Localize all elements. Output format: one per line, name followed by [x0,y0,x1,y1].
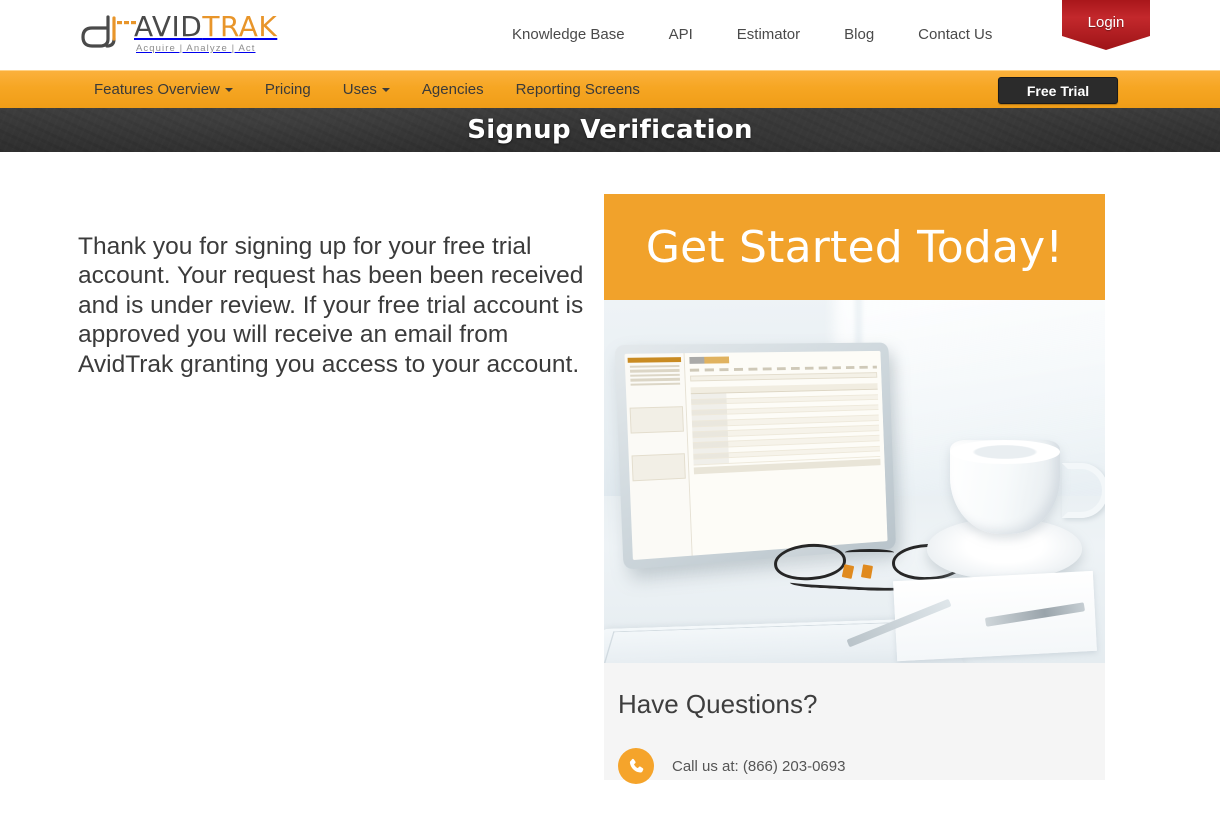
page-title: Signup Verification [467,115,753,145]
screen-report [684,351,888,557]
menu-item-features-overview[interactable]: Features Overview [78,71,249,109]
phone-icon [618,748,654,784]
get-started-banner: Get Started Today! [604,194,1105,300]
menu-item-pricing[interactable]: Pricing [249,71,327,109]
menu-item-uses-label: Uses [342,81,377,98]
have-questions-panel: Have Questions? Call us at: (866) 203-06… [604,663,1105,784]
free-trial-button[interactable]: Free Trial [998,77,1118,104]
main-content: Thank you for signing up for your free t… [0,152,1220,826]
tablet-desk-photo [604,300,1105,663]
chevron-down-icon [224,88,233,93]
contact-phone-row[interactable]: Call us at: (866) 203-0693 [618,748,1105,784]
page-title-banner: Signup Verification [0,108,1220,152]
top-navigation: Knowledge Base API Estimator Blog Contac… [490,24,1014,46]
logo-link[interactable]: AVIDTRAK Acquire | Analyze | Act [78,6,277,62]
chevron-down-icon [381,88,390,93]
get-started-heading: Get Started Today! [645,221,1064,273]
page-root: AVIDTRAK Acquire | Analyze | Act Knowled… [0,0,1220,826]
topnav-item-estimator[interactable]: Estimator [715,24,822,46]
main-menu-bar: Features Overview Pricing Uses Agencies … [0,70,1220,108]
contact-phone-text: Call us at: (866) 203-0693 [672,757,846,775]
logo-word: AVIDTRAK [134,12,277,42]
login-label: Login [1087,14,1125,31]
logo-word-avid: AVID [134,10,203,43]
topnav-item-knowledge-base[interactable]: Knowledge Base [490,24,647,46]
site-header: AVIDTRAK Acquire | Analyze | Act Knowled… [0,0,1220,70]
tablet-device [614,342,896,571]
avidtrak-logo-icon [81,15,136,48]
screen-sidebar [624,353,693,561]
main-menu-items: Features Overview Pricing Uses Agencies … [78,71,656,109]
topnav-item-blog[interactable]: Blog [822,24,896,46]
logo-tagline: Acquire | Analyze | Act [136,43,256,54]
menu-item-features-overview-label: Features Overview [94,81,220,98]
confirmation-message: Thank you for signing up for your free t… [78,232,584,378]
menu-item-uses[interactable]: Uses [327,71,406,109]
menu-item-reporting-screens[interactable]: Reporting Screens [500,71,656,109]
tablet-screen [624,351,888,561]
promo-card: Get Started Today! Have Questions? Call … [604,194,1105,784]
topnav-item-api[interactable]: API [647,24,715,46]
logo-wordmark: AVIDTRAK Acquire | Analyze | Act [134,6,277,55]
have-questions-heading: Have Questions? [618,689,818,719]
menu-item-agencies[interactable]: Agencies [406,71,500,109]
logo-word-trak: TRAK [202,10,278,43]
topnav-item-contact-us[interactable]: Contact Us [896,24,1014,46]
cup-handle [1062,463,1105,518]
